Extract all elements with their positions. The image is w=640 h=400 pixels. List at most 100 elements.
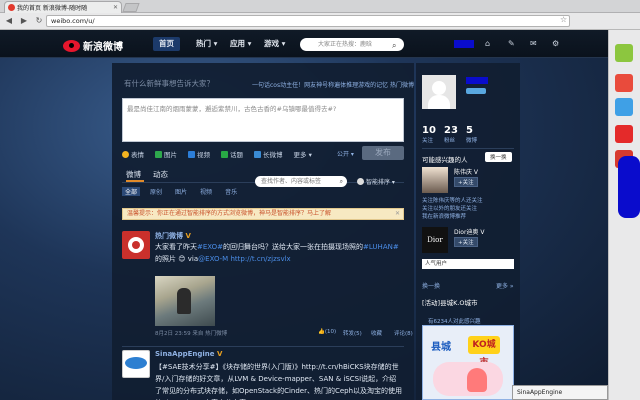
user-level-badge[interactable] — [466, 88, 486, 94]
subtab-music[interactable]: 音乐 — [225, 187, 237, 196]
suggestion-name[interactable]: 陈伟庆 V — [454, 167, 478, 176]
feed-filter-placeholder: 查找作者、内容或标签 — [261, 178, 322, 185]
stat-followers[interactable]: 23 粉丝 — [444, 125, 466, 144]
feed-filter-search[interactable]: 查找作者、内容或标签 ⌕ — [255, 176, 347, 187]
url-text: weibo.com/u/ — [51, 17, 95, 25]
repost-button[interactable]: 转发(5) — [343, 329, 362, 337]
publisher-hint-link[interactable]: 一句话cos动主任！网友神号称遍体推理游戏的记忆 — [252, 80, 388, 89]
publisher-heading: 有什么新鲜事想告诉大家？ — [124, 79, 214, 88]
main-column: 有什么新鲜事想告诉大家？ 一句话cos动主任！网友神号称遍体推理游戏的记忆 热门… — [112, 63, 414, 400]
event-heading[interactable]: [活动]县城K.O城市 — [422, 297, 478, 307]
event-subheading: 有6234人对此感兴趣 — [428, 319, 481, 325]
weibo-top-nav: 新浪微博 首页 热门 ▾ 应用 ▾ 游戏 ▾ 大家正在热搜：鹿晗 ⌕ ⌂ ✎ ✉… — [0, 30, 608, 58]
change-button[interactable]: 换一换 — [485, 152, 512, 162]
topic-tool[interactable]: 话题 — [221, 149, 243, 159]
emoji-tool[interactable]: 表情 — [122, 149, 144, 159]
user-name-redacted[interactable] — [466, 77, 488, 84]
extension-app-icon[interactable] — [615, 98, 633, 116]
close-tab-icon[interactable]: ✕ — [113, 4, 118, 11]
stat-weibo[interactable]: 5 微博 — [466, 125, 488, 144]
topic-change-link[interactable]: 换一换 — [422, 281, 440, 290]
compose-icon[interactable]: ✎ — [508, 39, 515, 48]
home-icon[interactable]: ⌂ — [485, 39, 490, 48]
follow-button[interactable]: +关注 — [454, 177, 478, 187]
avatar[interactable] — [122, 350, 150, 378]
publish-button[interactable]: 发布 — [362, 146, 404, 160]
bookmark-star-icon[interactable]: ☆ — [560, 15, 567, 24]
feed-author[interactable]: SinaAppEngine V — [155, 350, 222, 358]
compose-textarea[interactable]: 最是尚佳江南的烟雨蒙蒙，邂逅紫禁川，古色古香的#乌镇哪最值得去#? — [122, 98, 404, 142]
search-icon[interactable]: ⌕ — [340, 176, 343, 187]
weibo-eye-icon — [63, 39, 80, 52]
follow-button[interactable]: +关注 — [454, 237, 478, 247]
smart-sort-label: 智能排序 ▾ — [366, 179, 395, 186]
avatar[interactable] — [122, 231, 150, 259]
nav-hot[interactable]: 热门 ▾ — [190, 37, 223, 51]
extension-app-icon[interactable] — [615, 74, 633, 92]
new-tab-button[interactable] — [122, 3, 140, 12]
user-nickname-redacted[interactable] — [454, 40, 474, 48]
address-bar[interactable]: weibo.com/u/ — [46, 15, 570, 27]
extension-app-icon[interactable] — [615, 125, 633, 143]
back-icon[interactable]: ◀ — [3, 15, 15, 27]
feed-photo[interactable] — [155, 276, 215, 326]
nav-apps[interactable]: 应用 ▾ — [224, 37, 257, 51]
suggestion-desc: 关注陈伟庆等的人还关注 关注以外的朋友还关注 我在新浪微博推荐 — [422, 198, 483, 220]
search-placeholder: 大家正在热搜：鹿晗 — [318, 41, 373, 48]
tab-weibo[interactable]: 微博 — [126, 169, 141, 180]
nav-home[interactable]: 首页 — [153, 37, 180, 51]
suggestion-avatar[interactable]: Dior — [422, 227, 448, 253]
image-tool[interactable]: 图片 — [155, 149, 177, 159]
suggestion-avatar[interactable] — [422, 167, 448, 193]
feed-item: 热门微博 V 大家看了昨天#EXO#的回归舞台吗？送给大家一张在拍摄现场照的#L… — [122, 231, 413, 341]
user-avatar[interactable] — [422, 75, 456, 109]
suggestion-name[interactable]: Dior迪奥 V — [454, 227, 484, 236]
popular-users-link[interactable]: 人气用户 — [422, 259, 514, 269]
like-button[interactable]: 👍(10) — [318, 329, 336, 335]
long-weibo-tool[interactable]: 长微博 — [254, 149, 283, 159]
feed-author[interactable]: 热门微博 V — [155, 231, 191, 241]
message-icon[interactable]: ✉ — [530, 39, 537, 48]
mention-link[interactable]: @EXO-M — [198, 255, 228, 263]
short-url-link[interactable]: http://t.cn/zjzsvlx — [230, 255, 290, 263]
weibo-search-input[interactable]: 大家正在热搜：鹿晗 ⌕ — [300, 38, 404, 51]
subtab-all[interactable]: 全部 — [122, 187, 141, 196]
sort-icon — [357, 178, 364, 185]
subtab-video[interactable]: 视频 — [200, 187, 212, 196]
close-icon[interactable]: ✕ — [395, 209, 400, 219]
notification-popup[interactable]: SinaAppEngine — [512, 385, 608, 400]
extension-app-icon[interactable] — [615, 44, 633, 62]
settings-gear-icon[interactable]: ⚙ — [552, 39, 559, 48]
smart-sort-notice: 温馨提示：你正在通过智能排序的方式浏览微博，神马是智能排序？马上了解 ✕ — [122, 208, 404, 220]
more-link[interactable]: 更多 » — [496, 281, 514, 290]
nav-games[interactable]: 游戏 ▾ — [258, 37, 291, 51]
browser-nav-bar: ◀ ▶ ↻ weibo.com/u/ ☆ — [0, 13, 640, 30]
topic-link[interactable]: #EXO# — [197, 243, 223, 251]
stat-following[interactable]: 10 关注 — [422, 125, 444, 144]
forward-icon[interactable]: ▶ — [18, 15, 30, 27]
smart-sort-dropdown[interactable]: 智能排序 ▾ — [357, 177, 395, 186]
subtab-image[interactable]: 图片 — [175, 187, 187, 196]
topic-icon — [221, 150, 228, 158]
tab-activity[interactable]: 动态 — [153, 169, 168, 180]
smiley-icon: 😊 — [178, 255, 186, 263]
logo-text: 新浪微博 — [83, 42, 123, 53]
more-tool[interactable]: 更多 ▾ — [294, 149, 312, 159]
video-tool[interactable]: 视频 — [188, 149, 210, 159]
interest-heading: 可能感兴趣的人 — [422, 156, 468, 164]
suggestion-item: Dior Dior迪奥 V +关注 人气用户 — [422, 227, 514, 269]
favorite-button[interactable]: 收藏 — [371, 329, 382, 337]
sidebar-divider — [422, 148, 514, 149]
browser-tab[interactable]: 我的首页 新浪微博-随时随 ✕ — [4, 1, 122, 13]
subtab-original[interactable]: 原创 — [150, 187, 162, 196]
weibo-logo[interactable]: 新浪微博 — [63, 38, 123, 53]
visibility-dropdown[interactable]: 公开 ▾ — [337, 149, 354, 158]
topic-link[interactable]: #LUHAN# — [363, 243, 399, 251]
event-banner-image[interactable]: 县城 KO城市 — [422, 325, 514, 400]
reload-icon[interactable]: ↻ — [33, 15, 45, 27]
banner-title: 县城 — [431, 342, 451, 353]
feed-text: 大家看了昨天#EXO#的回归舞台吗？送给大家一张在拍摄现场照的#LUHAN#的照… — [155, 243, 399, 263]
comment-button[interactable]: 评论(8) — [394, 329, 413, 337]
hot-weibo-link[interactable]: 热门微博 — [390, 80, 414, 89]
search-icon[interactable]: ⌕ — [392, 39, 396, 52]
